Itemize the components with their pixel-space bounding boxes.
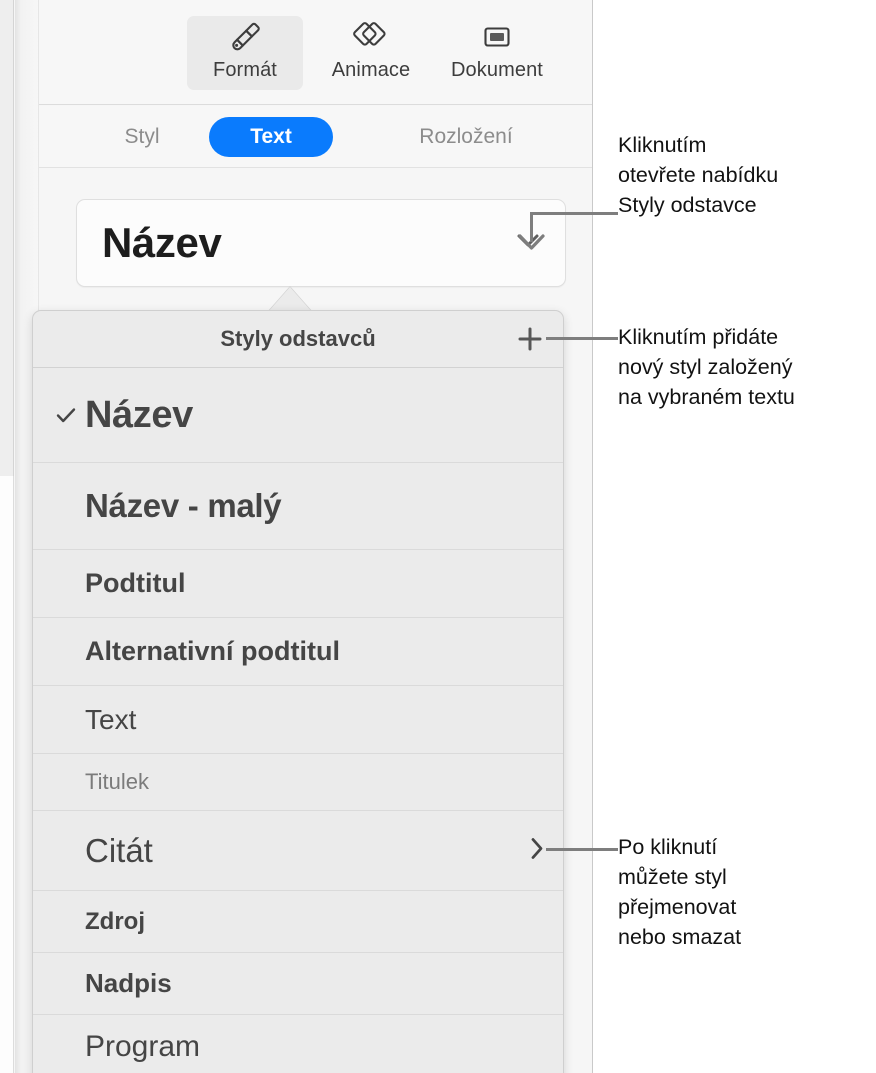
toolbar-label-document: Dokument xyxy=(451,59,543,81)
format-inspector-panel: Formát Animace Dokument Styl Text Rozlož… xyxy=(0,0,593,1073)
style-list-item-label: Text xyxy=(85,703,137,735)
tab-styl[interactable]: Styl xyxy=(87,117,197,157)
plus-icon[interactable] xyxy=(515,324,545,354)
style-list-item[interactable]: Podtitul xyxy=(33,550,563,618)
style-list-item[interactable]: Titulek xyxy=(33,754,563,811)
callout-open-menu: Kliknutím otevřete nabídku Styly odstavc… xyxy=(618,133,779,217)
style-list-item[interactable]: Název - malý xyxy=(33,463,563,550)
style-list-item[interactable]: Program xyxy=(33,1015,563,1073)
style-list-item[interactable]: Zdroj xyxy=(33,891,563,953)
toolbar-button-format[interactable]: Formát xyxy=(187,16,303,90)
style-list-item[interactable]: Název xyxy=(33,368,563,463)
callout-edit-style: Po kliknutí můžete styl přejmenovat nebo… xyxy=(618,835,742,949)
style-list-item-label: Podtitul xyxy=(85,568,186,598)
paragraph-style-list: Název Název - malý Podtitul Alternativní po… xyxy=(33,368,563,1073)
document-icon xyxy=(477,16,517,58)
leader-line-2 xyxy=(546,337,618,340)
style-list-item[interactable]: Citát xyxy=(33,811,563,891)
paragraph-style-value: Název xyxy=(102,219,222,266)
popover-title: Styly odstavců xyxy=(220,326,376,351)
inspector-tabbar: Styl Text Rozložení xyxy=(39,106,592,168)
style-list-item-label: Nadpis xyxy=(85,968,172,998)
diamonds-icon xyxy=(349,16,393,58)
leader-line-3 xyxy=(546,848,618,851)
style-list-item-label: Zdroj xyxy=(85,907,145,935)
paragraph-style-field[interactable]: Název xyxy=(76,199,566,287)
toolbar-label-format: Formát xyxy=(213,59,277,81)
window-left-edge-lower xyxy=(0,476,14,1073)
popover-pointer xyxy=(268,287,312,312)
style-list-item[interactable]: Nadpis xyxy=(33,953,563,1015)
style-list-item-label: Program xyxy=(85,1029,201,1063)
leader-arrowhead-1 xyxy=(512,228,552,263)
checkmark-icon xyxy=(55,404,77,426)
style-list-item[interactable]: Text xyxy=(33,686,563,754)
paintbrush-icon xyxy=(225,16,265,58)
inspector-toolbar: Formát Animace Dokument xyxy=(39,0,592,105)
toolbar-button-animate[interactable]: Animace xyxy=(313,16,429,90)
popover-header: Styly odstavců xyxy=(33,311,563,368)
tab-text[interactable]: Text xyxy=(209,117,333,157)
leader-line-1-horizontal xyxy=(530,212,618,215)
tab-rozlozeni[interactable]: Rozložení xyxy=(377,117,555,157)
chevron-right-icon[interactable] xyxy=(529,835,545,866)
callout-add-style: Kliknutím přidáte nový styl založený na … xyxy=(618,325,795,409)
style-list-item-label: Titulek xyxy=(85,769,149,794)
screenshot-canvas: Formát Animace Dokument Styl Text Rozlož… xyxy=(0,0,876,1073)
style-list-item-label: Citát xyxy=(85,831,153,869)
style-list-item-label: Alternativní podtitul xyxy=(85,636,340,666)
style-list-item[interactable]: Alternativní podtitul xyxy=(33,618,563,686)
paragraph-styles-popover: Styly odstavců Název Název - malý Podtitul… xyxy=(32,310,564,1073)
style-list-item-label: Název xyxy=(85,393,193,436)
style-list-item-label: Název - malý xyxy=(85,487,282,524)
toolbar-label-animate: Animace xyxy=(331,59,411,81)
toolbar-button-document[interactable]: Dokument xyxy=(439,16,555,90)
